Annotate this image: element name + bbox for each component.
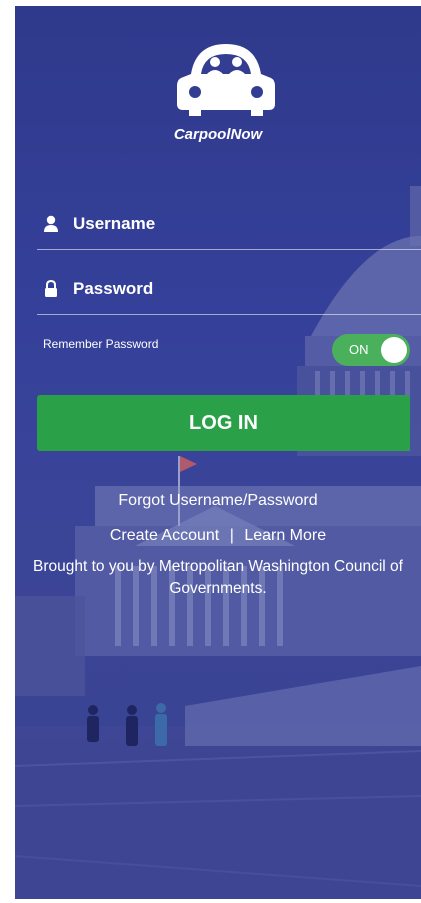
create-account-link[interactable]: Create Account <box>110 527 219 544</box>
remember-password-label: Remember Password <box>43 337 159 351</box>
car-with-people-icon <box>177 44 275 116</box>
link-separator: | <box>229 527 234 544</box>
credit-line-2: Governments. <box>169 580 267 597</box>
credit-line-1: Brought to you by Metropolitan Washingto… <box>33 558 403 575</box>
toggle-state-label: ON <box>349 342 369 357</box>
username-field[interactable] <box>37 193 421 250</box>
login-button[interactable]: LOG IN <box>37 395 410 451</box>
password-input[interactable] <box>71 272 415 306</box>
toggle-knob <box>381 337 407 363</box>
forgot-credentials-link[interactable]: Forgot Username/Password <box>15 492 421 510</box>
login-screen: CarpoolNow Remember Password ON LOG IN F… <box>15 6 421 899</box>
password-field[interactable] <box>37 258 421 315</box>
learn-more-link[interactable]: Learn More <box>244 527 326 544</box>
user-icon <box>44 215 58 232</box>
credit-text: Brought to you by Metropolitan Washingto… <box>15 556 421 600</box>
app-name: CarpoolNow <box>173 126 263 143</box>
remember-password-toggle[interactable]: ON <box>332 334 410 366</box>
username-input[interactable] <box>71 207 415 241</box>
account-links-row: Create Account | Learn More <box>15 527 421 545</box>
lock-icon <box>45 280 57 297</box>
